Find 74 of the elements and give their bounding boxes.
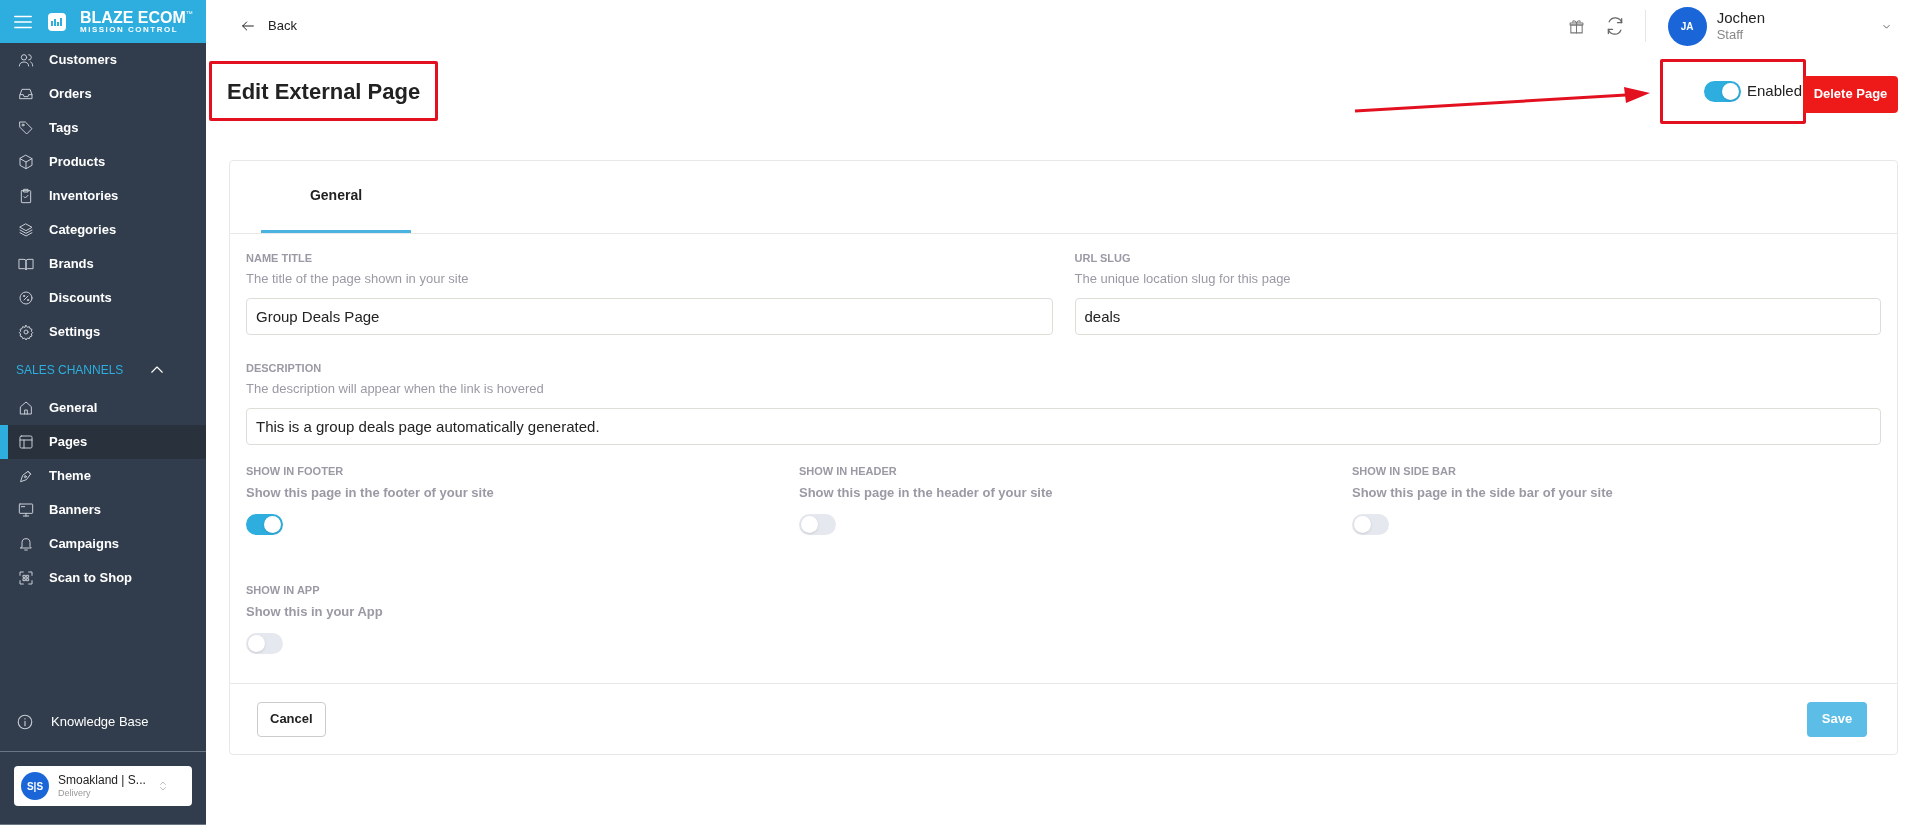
- toggle-hint: Show this page in the header of your site: [799, 483, 1053, 502]
- user-name: Jochen: [1716, 8, 1765, 28]
- store-name: Smoakland | S...: [58, 772, 147, 788]
- clipboard-check-icon: [18, 188, 34, 204]
- pen-icon: [18, 468, 34, 484]
- toggle-label: SHOW IN HEADER: [799, 464, 897, 479]
- delete-button[interactable]: Delete Page: [1803, 75, 1898, 113]
- field-hint: The description will appear when the link is hovered: [246, 379, 545, 398]
- tab[interactable]: General: [261, 160, 411, 233]
- percent-icon: [18, 290, 34, 306]
- sidebar-item[interactable]: Scan to Shop: [0, 561, 206, 595]
- bell-icon: [18, 536, 34, 552]
- toggle-hint: Show this in your App: [246, 602, 383, 621]
- text-field[interactable]: This is a group deals page automatically generated.: [246, 408, 1881, 445]
- inbox-icon: [18, 86, 34, 102]
- switch-toggle[interactable]: [246, 514, 283, 535]
- store-type: Delivery: [58, 787, 92, 800]
- section-label: SALES CHANNELS: [16, 362, 124, 379]
- sidebar-item[interactable]: Tags: [0, 111, 206, 145]
- field-label: DESCRIPTION: [246, 361, 323, 376]
- sidebar-item[interactable]: Brands: [0, 247, 206, 281]
- gift-icon: [1567, 17, 1585, 35]
- layout-icon: [18, 434, 34, 450]
- scan-icon: [18, 570, 34, 586]
- text-field[interactable]: deals: [1074, 298, 1881, 335]
- brand-tagline: MISSION CONTROL: [80, 25, 180, 34]
- home-icon: [18, 400, 34, 416]
- user-role: Staff: [1716, 27, 1745, 44]
- sidebar-item[interactable]: Orders: [0, 77, 206, 111]
- updown-icon: [157, 779, 169, 793]
- layers-icon: [18, 222, 34, 238]
- toggle-label: SHOW IN APP: [246, 583, 320, 598]
- logo-icon: [48, 12, 66, 31]
- field-label: NAME TITLE: [246, 251, 313, 266]
- sidebar-item[interactable]: Theme: [0, 459, 206, 493]
- sidebar-item[interactable]: Inventories: [0, 179, 206, 213]
- sidebar-item[interactable]: Customers: [0, 43, 206, 77]
- toggle-label: SHOW IN SIDE BAR: [1352, 464, 1456, 479]
- brand-name: BLAZE ECOM: [80, 9, 186, 26]
- monitor-icon: [18, 502, 34, 518]
- field-label: URL SLUG: [1074, 251, 1132, 266]
- book-icon: [18, 256, 34, 272]
- toggle-label: SHOW IN FOOTER: [246, 464, 344, 479]
- store-avatar: S|S: [21, 772, 49, 800]
- switch-toggle[interactable]: [246, 633, 283, 654]
- switch-toggle[interactable]: [799, 514, 836, 535]
- sidebar-item[interactable]: Campaigns: [0, 527, 206, 561]
- sidebar-item[interactable]: Products: [0, 145, 206, 179]
- field-hint: The unique location slug for this page: [1074, 269, 1292, 288]
- user-avatar[interactable]: JA: [1667, 6, 1707, 46]
- sidebar-item[interactable]: General: [0, 391, 206, 425]
- users-icon: [18, 52, 34, 68]
- info-icon: [16, 713, 34, 731]
- help-link[interactable]: Knowledge Base: [0, 705, 206, 739]
- text-field[interactable]: Group Deals Page: [246, 298, 1053, 335]
- sidebar-item[interactable]: Pages: [0, 425, 206, 459]
- settings-icon: [18, 324, 34, 340]
- sidebar-item[interactable]: Categories: [0, 213, 206, 247]
- box-icon: [18, 154, 34, 170]
- sidebar-item[interactable]: Banners: [0, 493, 206, 527]
- field-hint: The title of the page shown in your site: [246, 269, 470, 288]
- store-switcher[interactable]: S|S Smoakland | S... Delivery: [14, 766, 192, 806]
- tag-icon: [18, 120, 34, 136]
- toggle-hint: Show this page in the side bar of your site: [1352, 483, 1613, 502]
- switch-toggle[interactable]: [1352, 514, 1389, 535]
- enabled-toggle[interactable]: [1703, 80, 1741, 102]
- arrow-left-icon: [240, 18, 256, 34]
- enabled-label: Enabled: [1746, 80, 1802, 101]
- sidebar-item[interactable]: Discounts: [0, 281, 206, 315]
- sidebar-item[interactable]: Settings: [0, 315, 206, 349]
- page-title: Edit External Page: [227, 77, 421, 106]
- toggle-hint: Show this page in the footer of your site: [246, 483, 494, 502]
- cancel-button[interactable]: Cancel: [257, 701, 326, 737]
- back-link[interactable]: Back: [240, 16, 297, 36]
